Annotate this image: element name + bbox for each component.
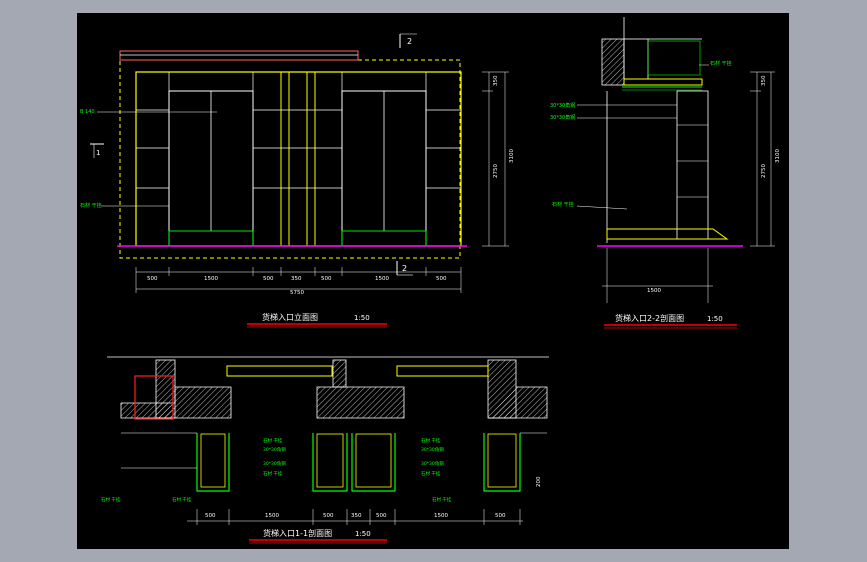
s11-right-label-3: 30*30角钢: [421, 460, 444, 467]
s11-dim-5: 500: [376, 513, 387, 519]
section-22-title: 货梯入口2-2剖面图 1:50: [604, 313, 737, 329]
elev-material-label-b: 石材 干挂: [80, 202, 102, 209]
s11-dim-3: 500: [323, 513, 334, 519]
s11-dim-6: 1500: [434, 513, 448, 519]
elev-dim-6: 1500: [375, 276, 389, 282]
s22-label-3: 30*30角钢: [550, 114, 575, 121]
s22-dim-right-3: 3100: [775, 149, 781, 163]
section-11-view: 石材 干挂 30*30角钢 30*30角钢 石材 干挂 石材 干挂 30*30角…: [101, 356, 549, 544]
s11-dim-1: 500: [205, 513, 216, 519]
s11-left-label-3: 30*30角钢: [263, 460, 286, 467]
s11-bottom-left-label: 石材 干挂: [101, 496, 121, 503]
svg-text:1: 1: [96, 149, 100, 157]
drawing-canvas: B 140 石材 干挂 2 2 1 500 1500 500 350 500 1…: [77, 13, 789, 549]
s22-dim-bottom: 1500: [647, 288, 661, 294]
s22-label-4: 石材 干挂: [552, 201, 574, 208]
svg-text:1:50: 1:50: [354, 314, 370, 322]
s22-label-2: 30*30角钢: [550, 102, 575, 109]
s11-right-label-4: 石材 干挂: [421, 470, 441, 477]
section-11-title: 货梯入口1-1剖面图 1:50: [249, 528, 387, 544]
elev-dim-right-3: 3100: [509, 149, 515, 163]
elev-dim-2: 1500: [204, 276, 218, 282]
svg-text:货梯入口2-2剖面图: 货梯入口2-2剖面图: [615, 313, 684, 323]
elev-dim-4: 350: [291, 276, 302, 282]
s22-dim-right-1: 350: [761, 75, 767, 86]
elev-dim-7: 500: [436, 276, 447, 282]
s11-dim-2: 1500: [265, 513, 279, 519]
section-mark-top: 2: [399, 33, 417, 48]
s22-label-1: 石材 干挂: [710, 60, 732, 67]
s11-left-label-1: 石材 干挂: [263, 437, 283, 444]
s11-left-label-2: 30*30角钢: [263, 446, 286, 453]
elev-material-label-a: B 140: [80, 109, 95, 115]
svg-text:1:50: 1:50: [355, 530, 371, 538]
svg-text:货梯入口1-1剖面图: 货梯入口1-1剖面图: [263, 528, 332, 538]
elev-dim-right-1: 350: [493, 75, 499, 86]
svg-text:2: 2: [407, 37, 412, 46]
elevation-title: 货梯入口立面图 1:50: [247, 312, 387, 328]
cad-drawing: B 140 石材 干挂 2 2 1 500 1500 500 350 500 1…: [80, 17, 781, 544]
section-mark-left: 1: [90, 143, 104, 158]
s11-right-label-1: 石材 干挂: [421, 437, 441, 444]
s22-dim-right-2: 2750: [761, 164, 767, 178]
elev-dim-1: 500: [147, 276, 158, 282]
s11-right-label-2: 30*30角钢: [421, 446, 444, 453]
elev-dim-total: 5750: [290, 290, 304, 296]
elev-dim-right-2: 2750: [493, 164, 499, 178]
elev-dim-3: 500: [263, 276, 274, 282]
svg-text:货梯入口立面图: 货梯入口立面图: [262, 312, 318, 322]
s11-left-label-4: 石材 干挂: [263, 470, 283, 477]
section-22-view: 1500 石材 干挂 30*30角钢 30*30角钢 石材 干挂 350 275…: [550, 17, 781, 329]
s11-bottom-mid-label: 石材 干挂: [172, 496, 192, 503]
s11-dim-7: 500: [495, 513, 506, 519]
elev-dim-5: 500: [321, 276, 332, 282]
s11-dim-4: 350: [351, 513, 362, 519]
elevation-view: B 140 石材 干挂 2 2 1 500 1500 500 350 500 1…: [80, 33, 515, 328]
svg-text:2: 2: [402, 264, 407, 273]
section-mark-bottom: 2: [396, 261, 413, 276]
svg-text:1:50: 1:50: [707, 315, 723, 323]
s11-bottom-right-label: 石材 干挂: [432, 496, 452, 503]
s11-dim-side: 200: [536, 476, 542, 487]
